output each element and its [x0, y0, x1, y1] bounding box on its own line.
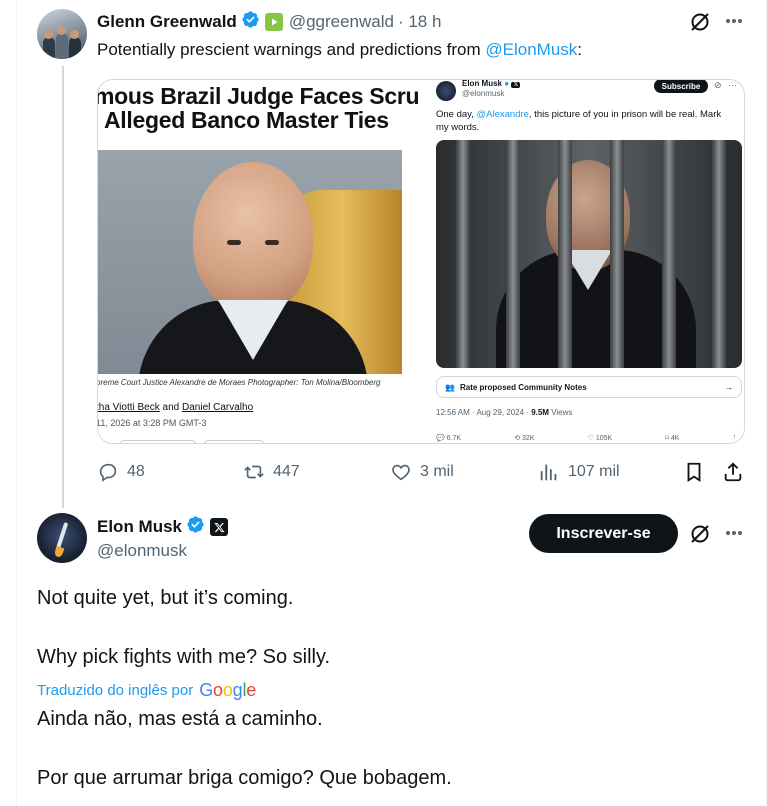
translation-attribution[interactable]: Traduzido do inglês por Google	[37, 680, 256, 701]
community-notes-label: Rate proposed Community Notes	[459, 382, 587, 392]
share-icon[interactable]	[722, 461, 744, 488]
photo-caption: preme Court Justice Alexandre de Moraes …	[98, 378, 381, 387]
thread-connector	[62, 66, 64, 508]
judge-photo	[98, 150, 402, 374]
community-notes-icon: 👥	[445, 382, 455, 392]
author-handle[interactable]: @elonmusk	[97, 541, 187, 561]
x-logo-icon[interactable]	[210, 518, 229, 536]
embedded-tweet-screenshot: Elon Musk ● 𝕏 @elonmusk Subscribe ⊘ ··· …	[428, 79, 744, 443]
verified-badge-icon[interactable]	[241, 10, 260, 34]
tweet-text-part: Potentially prescient warnings and predi…	[97, 40, 486, 59]
embedded-tweet-text: One day, @Alexandre, this picture of you…	[436, 108, 736, 134]
embedded-replies-count: 6.7K	[446, 435, 462, 442]
article-byline: tha Viotti Beck and Daniel Carvalho	[98, 402, 253, 413]
embedded-mention: @Alexandre	[476, 109, 529, 120]
verified-badge-icon[interactable]	[186, 515, 205, 539]
arrow-right-icon: →	[725, 382, 733, 392]
more-options-icon[interactable]	[723, 10, 745, 37]
like-count: 3 mil	[420, 463, 454, 480]
embedded-reposts: ⟲ 32K	[514, 435, 535, 442]
byline-author: tha Viotti Beck	[98, 402, 160, 413]
embedded-likes-count: 105K	[595, 435, 613, 442]
heart-icon	[390, 461, 412, 483]
embedded-author-name: Elon Musk ● 𝕏	[462, 79, 521, 88]
subscribe-button[interactable]: Inscrever-se	[529, 514, 678, 553]
rumble-icon[interactable]	[264, 13, 283, 31]
article-headline: mous Brazil Judge Faces Scru	[98, 83, 420, 109]
embedded-reposts-count: 32K	[522, 435, 535, 442]
more-options-icon[interactable]	[723, 522, 745, 549]
embedded-replies: 💬 6.7K	[436, 435, 462, 442]
repost-count: 447	[273, 463, 300, 480]
embedded-subscribe-button: Subscribe	[654, 80, 708, 93]
embedded-name-text: Elon Musk	[462, 79, 503, 88]
mention-link[interactable]: @ElonMusk	[485, 40, 577, 59]
share-icon: ↑	[732, 434, 737, 441]
author-avatar[interactable]	[37, 9, 87, 59]
article-screenshot: mous Brazil Judge Faces Scru Alleged Ban…	[98, 80, 428, 443]
byline-and: and	[159, 402, 182, 413]
author-handle[interactable]: @ggreenwald	[289, 12, 394, 32]
repost-button[interactable]: 447	[243, 461, 300, 483]
embedded-likes: ♡ 105K	[587, 435, 613, 442]
embedded-author-handle: @elonmusk	[462, 89, 505, 98]
embedded-time: 12:56 AM · Aug 29, 2024 ·	[436, 408, 532, 417]
tweet-text: Potentially prescient warnings and predi…	[97, 40, 582, 60]
community-notes-bar: 👥 Rate proposed Community Notes →	[436, 376, 742, 398]
tweet-text-line: Why pick fights with me? So silly.	[37, 646, 331, 668]
embedded-views-count: 9.5M	[531, 408, 549, 417]
x-logo-icon: 𝕏	[511, 82, 521, 88]
grok-icon[interactable]	[688, 10, 712, 39]
translated-label: Traduzido do inglês por	[37, 682, 194, 699]
embedded-bookmarks-count: 4K	[670, 435, 680, 442]
analytics-icon	[538, 461, 560, 483]
article-button	[120, 440, 196, 443]
embedded-actions: 💬 6.7K ⟲ 32K ♡ 105K ⌑ 4K ↑	[436, 434, 736, 442]
tweet-header: Elon Musk	[97, 515, 229, 539]
verified-badge-icon: ●	[504, 79, 510, 88]
article-button	[204, 440, 264, 443]
translated-text-line: Ainda não, mas está a caminho.	[37, 708, 323, 730]
embedded-meta: 12:56 AM · Aug 29, 2024 · 9.5M Views	[436, 408, 572, 417]
reply-button[interactable]: 48	[97, 461, 145, 483]
embedded-text-part: One day,	[436, 109, 477, 120]
author-name[interactable]: Elon Musk	[97, 517, 182, 537]
views-count: 107 mil	[568, 463, 620, 480]
views-button[interactable]: 107 mil	[538, 461, 620, 483]
bookmark-icon[interactable]	[683, 461, 705, 488]
like-button[interactable]: 3 mil	[390, 461, 454, 483]
reply-count: 48	[127, 463, 145, 480]
tweet-media[interactable]: mous Brazil Judge Faces Scru Alleged Ban…	[97, 79, 745, 444]
grok-icon: ⊘	[714, 80, 722, 90]
more-options-icon: ···	[728, 80, 737, 90]
article-headline: Alleged Banco Master Ties	[104, 107, 389, 133]
author-avatar[interactable]	[37, 513, 87, 563]
tweet-timestamp[interactable]: · 18 h	[398, 12, 441, 32]
embedded-bookmarks: ⌑ 4K	[665, 435, 680, 442]
tweet-header: Glenn Greenwald @ggreenwald · 18 h	[97, 10, 441, 34]
google-logo: Google	[199, 680, 257, 700]
repost-icon	[243, 461, 265, 483]
embedded-views-label: Views	[548, 408, 573, 417]
prison-image	[436, 140, 742, 368]
tweet-text-part: :	[577, 40, 583, 59]
translated-text-line: Por que arrumar briga comigo? Que bobage…	[37, 767, 452, 789]
article-date: 11, 2026 at 3:28 PM GMT-3	[98, 418, 207, 428]
reply-icon	[97, 461, 119, 483]
tweet-text-line: Not quite yet, but it’s coming.	[37, 587, 294, 609]
embedded-avatar	[436, 81, 456, 101]
byline-author: Daniel Carvalho	[182, 402, 254, 413]
grok-icon[interactable]	[688, 522, 712, 551]
author-name[interactable]: Glenn Greenwald	[97, 12, 237, 32]
